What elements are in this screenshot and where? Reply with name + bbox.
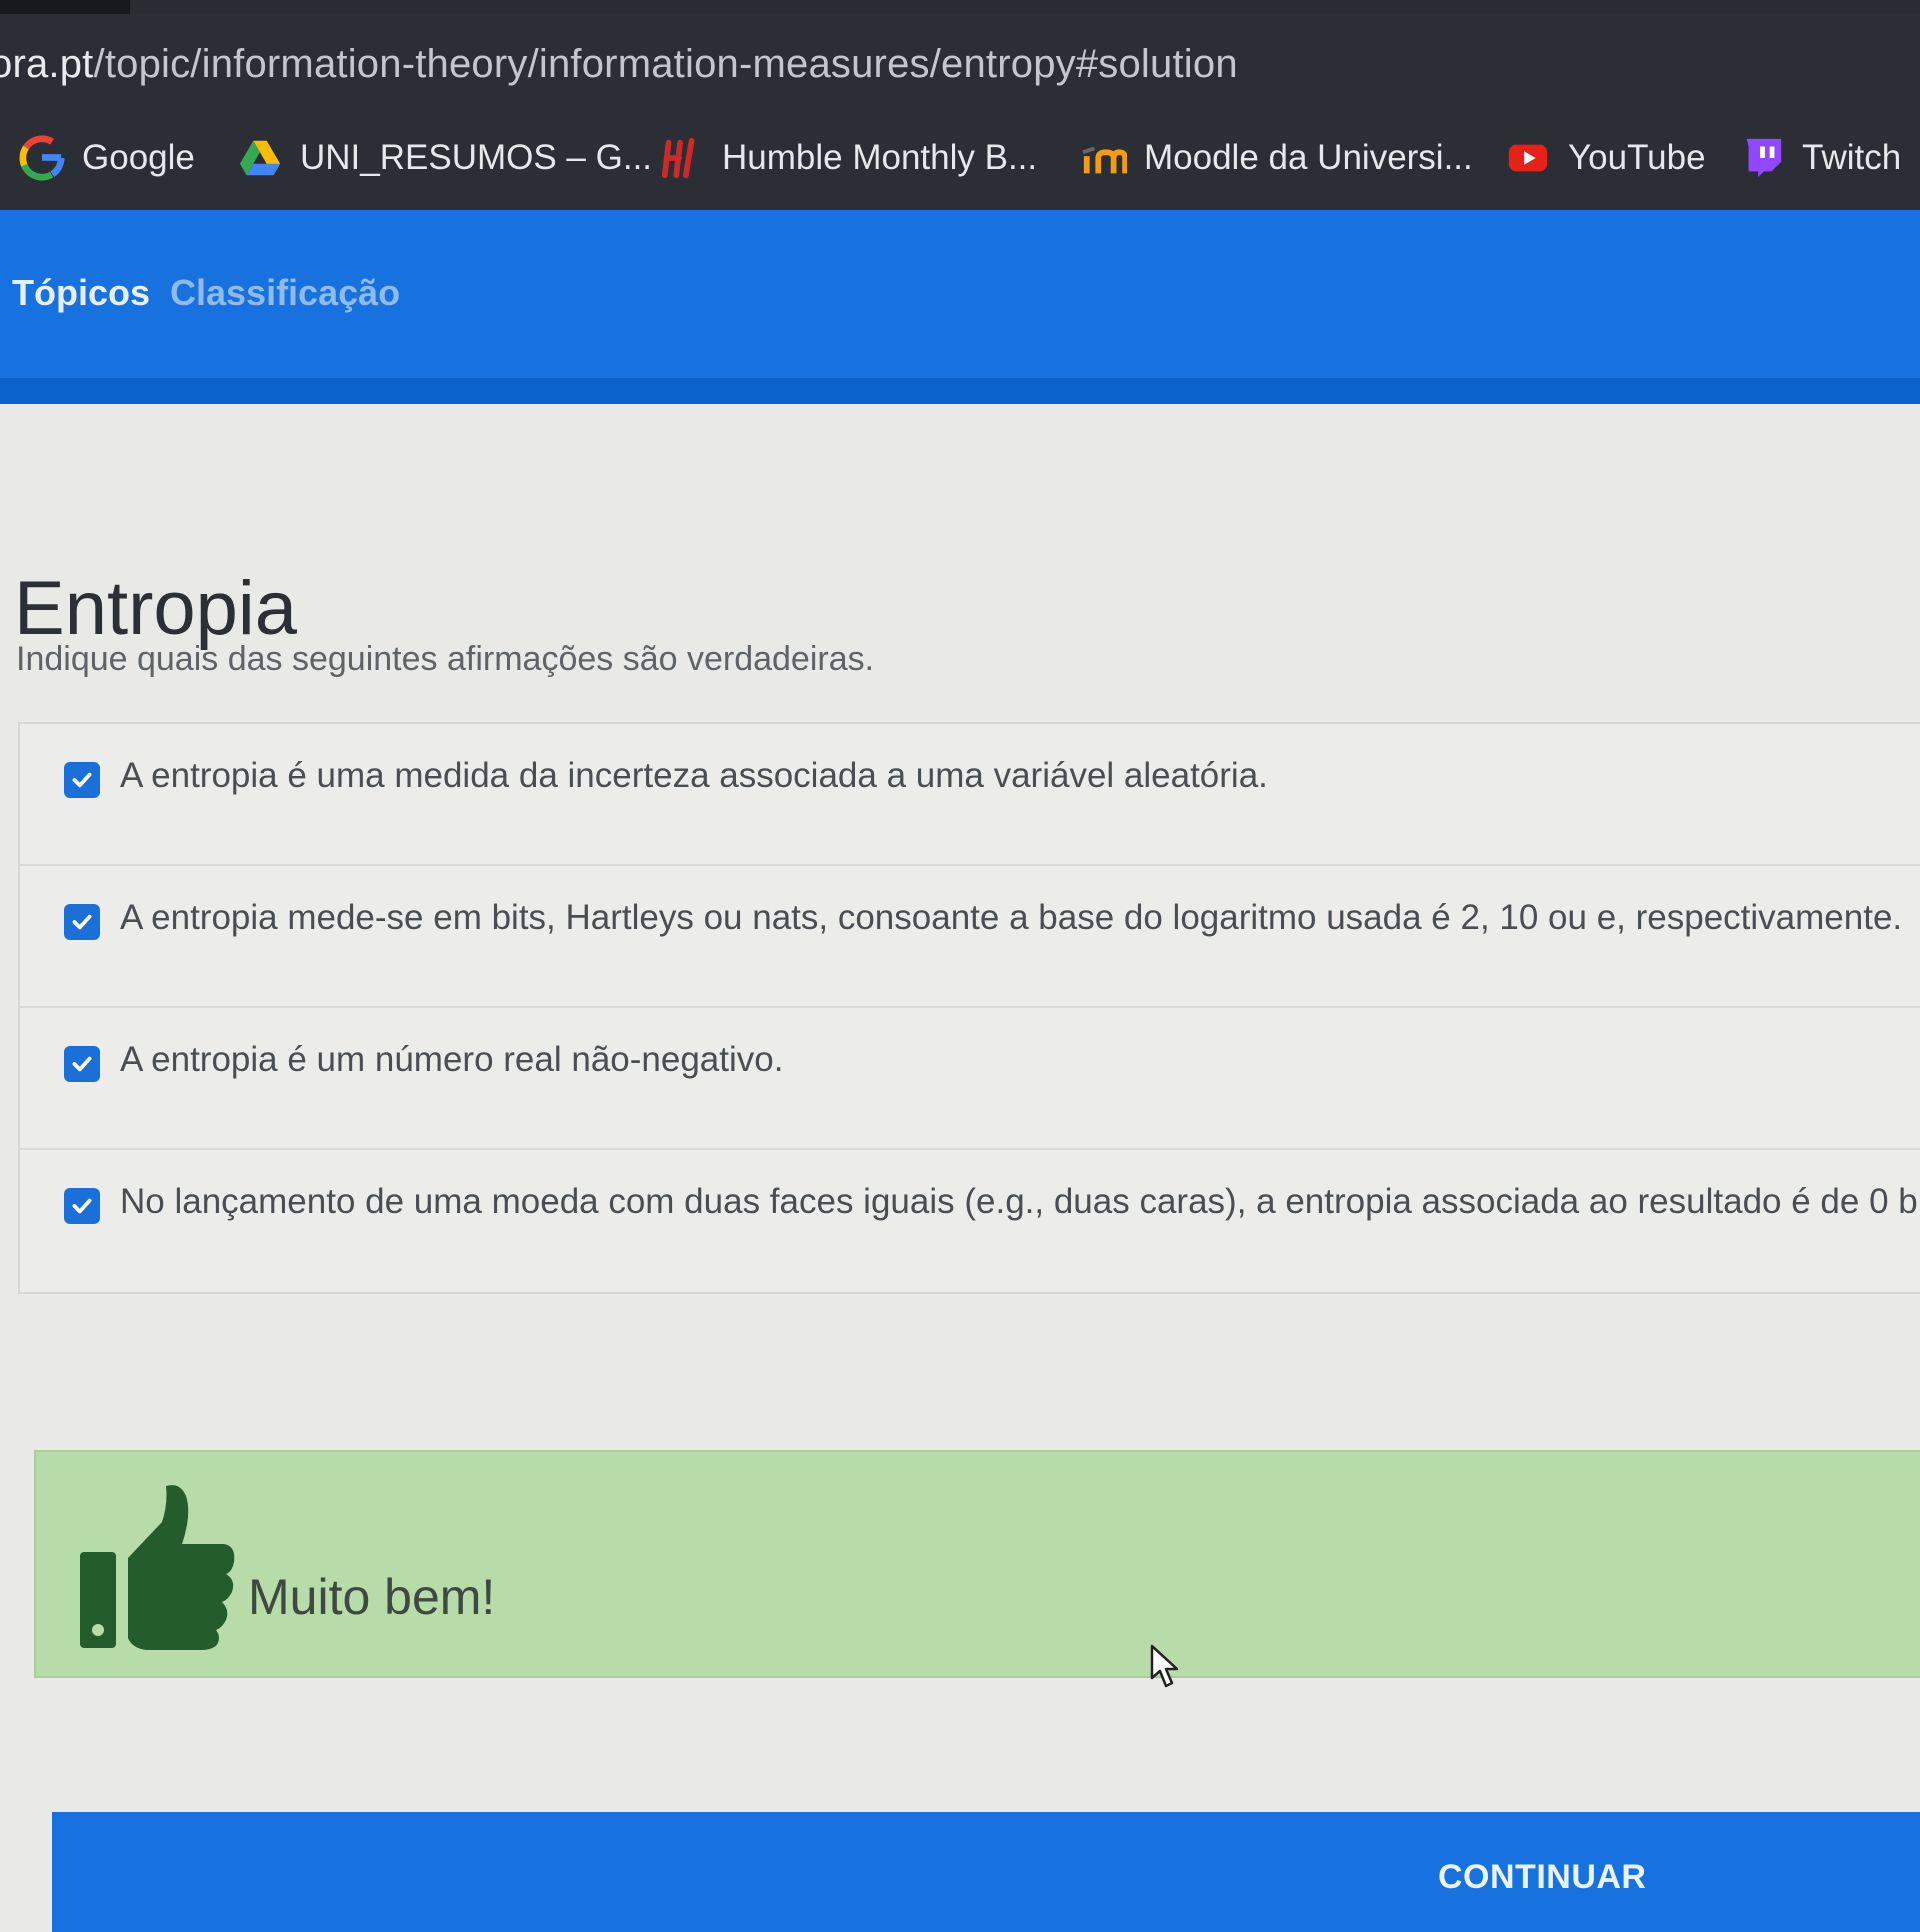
check-icon — [72, 1056, 92, 1072]
browser-tab-strip — [0, 0, 1920, 14]
checkbox-checked[interactable] — [64, 904, 100, 940]
bookmark-label: UNI_RESUMOS – G... — [300, 138, 653, 177]
option-text: No lançamento de uma moeda com duas face… — [120, 1182, 1920, 1221]
check-icon — [72, 914, 92, 930]
thumbs-up-icon — [80, 1485, 235, 1650]
url-path: /topic/information-theory/information-me… — [93, 42, 1238, 86]
continue-button-label: CONTINUAR — [1438, 1858, 1647, 1896]
mouse-cursor-icon — [1150, 1644, 1179, 1688]
humble-icon — [658, 134, 706, 182]
nav-classificacao-link[interactable]: Classificação — [170, 272, 400, 314]
google-icon — [18, 134, 66, 182]
answer-options-list: A entropia é uma medida da incerteza ass… — [18, 722, 1920, 1294]
bookmark-uni-resumos[interactable]: UNI_RESUMOS – G... — [236, 130, 652, 186]
check-icon — [72, 772, 92, 788]
continue-button[interactable]: CONTINUAR — [52, 1812, 1920, 1932]
twitch-icon — [1738, 134, 1786, 182]
moodle-icon — [1080, 134, 1128, 182]
success-feedback-panel: Muito bem! — [34, 1450, 1920, 1678]
bookmark-google[interactable]: Google — [18, 130, 195, 186]
browser-tab[interactable] — [130, 0, 1920, 14]
page-title: Entropia — [14, 565, 298, 651]
bookmark-twitch[interactable]: Twitch — [1738, 130, 1901, 186]
app-navbar: Tópicos Classificação — [0, 210, 1920, 404]
option-text: A entropia é um número real não-negativo… — [120, 1040, 784, 1079]
google-drive-icon — [236, 134, 284, 182]
checkbox-checked[interactable] — [64, 1046, 100, 1082]
quiz-content: Entropia Indique quais das seguintes afi… — [0, 404, 1920, 1932]
bookmark-label: Twitch — [1802, 138, 1902, 177]
answer-option[interactable]: No lançamento de uma moeda com duas face… — [20, 1150, 1920, 1292]
bookmark-label: Moodle da Universi... — [1144, 138, 1473, 177]
quiz-instruction: Indique quais das seguintes afirmações s… — [16, 640, 875, 678]
youtube-icon — [1504, 134, 1552, 182]
checkbox-checked[interactable] — [64, 762, 100, 798]
bookmark-moodle[interactable]: Moodle da Universi... — [1080, 130, 1473, 186]
navbar-bottom-band — [0, 378, 1920, 404]
url-text[interactable]: ora.pt/topic/information-theory/informat… — [0, 42, 1238, 87]
address-bar[interactable]: ora.pt/topic/information-theory/informat… — [0, 14, 1920, 106]
option-text: A entropia é uma medida da incerteza ass… — [120, 756, 1268, 795]
checkbox-checked[interactable] — [64, 1188, 100, 1224]
check-icon — [72, 1198, 92, 1214]
bookmark-humble[interactable]: Humble Monthly B... — [658, 130, 1037, 186]
bookmark-youtube[interactable]: YouTube — [1504, 130, 1706, 186]
bookmark-label: Google — [82, 138, 195, 177]
answer-option[interactable]: A entropia é uma medida da incerteza ass… — [20, 724, 1920, 866]
nav-topicos-link[interactable]: Tópicos — [12, 272, 150, 314]
answer-option[interactable]: A entropia mede-se em bits, Hartleys ou … — [20, 866, 1920, 1008]
answer-option[interactable]: A entropia é um número real não-negativo… — [20, 1008, 1920, 1150]
bookmark-label: YouTube — [1568, 138, 1706, 177]
feedback-message: Muito bem! — [248, 1569, 496, 1625]
bookmark-label: Humble Monthly B... — [722, 138, 1038, 177]
url-host: ora.pt — [0, 42, 94, 86]
option-text: A entropia mede-se em bits, Hartleys ou … — [120, 898, 1903, 937]
bookmarks-bar: Google UNI_RESUMOS – G... Humble Monthly… — [0, 106, 1920, 210]
